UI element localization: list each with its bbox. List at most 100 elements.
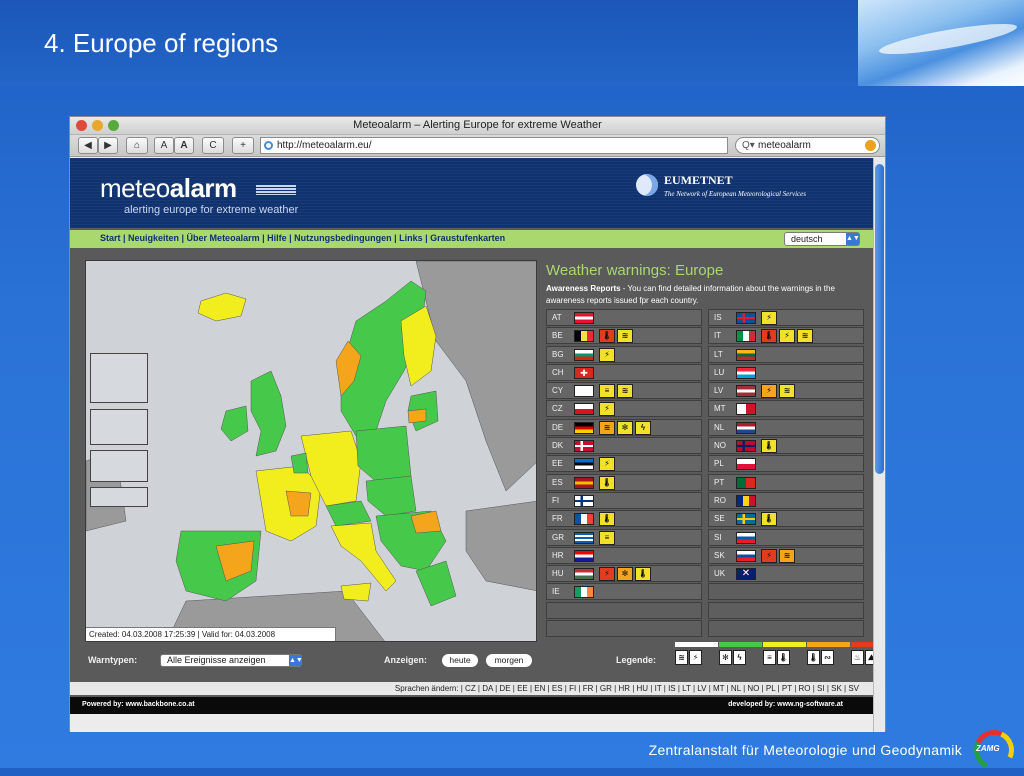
flag-ro-icon[interactable] [736, 494, 756, 507]
country-row-de[interactable]: DE ≋ ✻ ϟ [546, 418, 702, 436]
snow-warning-icon[interactable]: ✻ [617, 420, 633, 435]
country-row-hr[interactable]: HR [546, 546, 702, 564]
europe-warning-map[interactable]: Created: 04.03.2008 17:25:39 | Valid for… [85, 260, 537, 642]
country-row-lt[interactable]: LT [708, 345, 864, 363]
warntypen-select[interactable]: Alle Ereignisse anzeigen ▲▼ [160, 654, 303, 667]
thermometer-warning-icon[interactable]: 🌡 [761, 329, 777, 344]
country-row-mt[interactable]: MT [708, 400, 864, 418]
powered-by-link[interactable]: Powered by: www.backbone.co.at [82, 701, 195, 708]
add-bookmark-button[interactable]: + [232, 137, 254, 154]
wind-warning-icon[interactable]: ≋ [779, 548, 795, 563]
flag-lu-icon[interactable] [736, 366, 756, 379]
map-inset-azores[interactable] [90, 450, 148, 482]
country-row-es[interactable]: ES 🌡 [546, 473, 702, 491]
language-select[interactable]: deutsch ▲▼ [784, 232, 860, 246]
thermometer-warning-icon[interactable]: 🌡 [761, 439, 777, 454]
thermometer-warning-icon[interactable]: 🌡 [599, 329, 615, 344]
address-bar[interactable]: http://meteoalarm.eu/ [260, 137, 728, 154]
nav-links[interactable]: Start | Neuigkeiten | Über Meteoalarm | … [100, 233, 505, 243]
country-row-gr[interactable]: GR ≡ [546, 528, 702, 546]
country-row-lv[interactable]: LV ⚡ ≋ [708, 382, 864, 400]
fog-warning-icon[interactable]: ≡ [599, 384, 615, 399]
flag-bg-icon[interactable] [574, 348, 594, 361]
flag-uk-icon[interactable]: ✕ [736, 568, 756, 581]
thunderstorm-warning-icon[interactable]: ⚡ [761, 311, 777, 325]
flag-pt-icon[interactable] [736, 476, 756, 489]
country-row-at[interactable]: AT [546, 309, 702, 326]
thermometer-warning-icon[interactable]: 🌡 [599, 475, 615, 490]
country-row-sk[interactable]: SK ⚡ ≋ [708, 546, 864, 564]
map-inset-madeira[interactable] [90, 409, 148, 445]
reload-button[interactable]: C [202, 137, 224, 154]
country-row-no[interactable]: NO 🌡 [708, 437, 864, 455]
country-row-dk[interactable]: DK [546, 437, 702, 455]
vertical-scrollbar[interactable] [873, 158, 885, 732]
country-row-pt[interactable]: PT [708, 473, 864, 491]
wind-warning-icon[interactable]: ≋ [617, 329, 633, 344]
tomorrow-button[interactable]: morgen [486, 654, 532, 667]
thunderstorm-warning-icon[interactable]: ⚡ [599, 567, 615, 582]
country-row-fr[interactable]: FR 🌡 [546, 510, 702, 528]
flag-nl-icon[interactable] [736, 421, 756, 434]
country-row-fi[interactable]: FI [546, 491, 702, 509]
country-row-ee[interactable]: EE ⚡ [546, 455, 702, 473]
flag-at-icon[interactable] [574, 312, 594, 324]
flag-ch-icon[interactable]: ✚ [574, 366, 594, 379]
flag-dk-icon[interactable] [574, 440, 594, 453]
flag-no-icon[interactable] [736, 440, 756, 453]
country-row-lu[interactable]: LU [708, 363, 864, 381]
flag-cz-icon[interactable] [574, 403, 594, 416]
flag-se-icon[interactable] [736, 513, 756, 526]
country-row-bg[interactable]: BG ⚡ [546, 345, 702, 363]
flag-mt-icon[interactable] [736, 403, 756, 416]
map-inset-canary[interactable] [90, 353, 148, 403]
country-row-hu[interactable]: HU ⚡ ✻ 🌡 [546, 565, 702, 583]
scrollbar-thumb[interactable] [875, 164, 884, 474]
wind-warning-icon[interactable]: ≋ [779, 384, 795, 399]
home-button[interactable]: ⌂ [126, 137, 148, 154]
wind-warning-icon[interactable]: ≋ [599, 420, 615, 435]
thermometer-warning-icon[interactable]: 🌡 [761, 512, 777, 527]
flag-hu-icon[interactable] [574, 568, 594, 581]
map-inset-islands[interactable] [90, 487, 148, 507]
flag-lv-icon[interactable] [736, 385, 756, 398]
wind-warning-icon[interactable]: ≋ [617, 384, 633, 399]
wind-warning-icon[interactable]: ≋ [797, 329, 813, 344]
country-row-nl[interactable]: NL [708, 418, 864, 436]
country-row-be[interactable]: BE 🌡 ≋ [546, 327, 702, 345]
flag-be-icon[interactable] [574, 330, 594, 343]
text-smaller-button[interactable]: A [154, 137, 174, 154]
flag-is-icon[interactable] [736, 312, 756, 324]
fog-warning-icon[interactable]: ≡ [599, 530, 615, 545]
country-row-ie[interactable]: IE [546, 583, 702, 601]
thunderstorm-warning-icon[interactable]: ⚡ [599, 402, 615, 417]
country-row-cz[interactable]: CZ ⚡ [546, 400, 702, 418]
country-row-cy[interactable]: CY ≡ ≋ [546, 382, 702, 400]
flag-fr-icon[interactable] [574, 513, 594, 526]
thunderstorm-warning-icon[interactable]: ⚡ [779, 329, 795, 344]
country-row-ro[interactable]: RO [708, 491, 864, 509]
flag-ee-icon[interactable] [574, 458, 594, 471]
country-row-se[interactable]: SE 🌡 [708, 510, 864, 528]
back-button[interactable]: ◀ [78, 137, 98, 154]
lightning-warning-icon[interactable]: ϟ [635, 420, 651, 435]
search-field[interactable]: Q▾ meteoalarm [735, 137, 880, 154]
country-row-ch[interactable]: CH ✚ [546, 363, 702, 381]
flag-es-icon[interactable] [574, 476, 594, 489]
partner-name[interactable]: EUMETNET [664, 173, 733, 188]
country-row-it[interactable]: IT 🌡 ⚡ ≋ [708, 327, 864, 345]
flag-hr-icon[interactable] [574, 549, 594, 562]
thunderstorm-warning-icon[interactable]: ⚡ [761, 548, 777, 563]
country-row-pl[interactable]: PL [708, 455, 864, 473]
country-row-uk[interactable]: UK ✕ [708, 565, 864, 583]
flag-fi-icon[interactable] [574, 494, 594, 507]
country-row-is[interactable]: IS ⚡ [708, 309, 864, 326]
thunderstorm-warning-icon[interactable]: ⚡ [599, 347, 615, 362]
flag-sk-icon[interactable] [736, 549, 756, 562]
flag-lt-icon[interactable] [736, 348, 756, 361]
flag-de-icon[interactable] [574, 421, 594, 434]
country-row-si[interactable]: SI [708, 528, 864, 546]
today-button[interactable]: heute [442, 654, 478, 667]
thunderstorm-warning-icon[interactable]: ⚡ [599, 457, 615, 472]
flag-gr-icon[interactable] [574, 531, 594, 544]
